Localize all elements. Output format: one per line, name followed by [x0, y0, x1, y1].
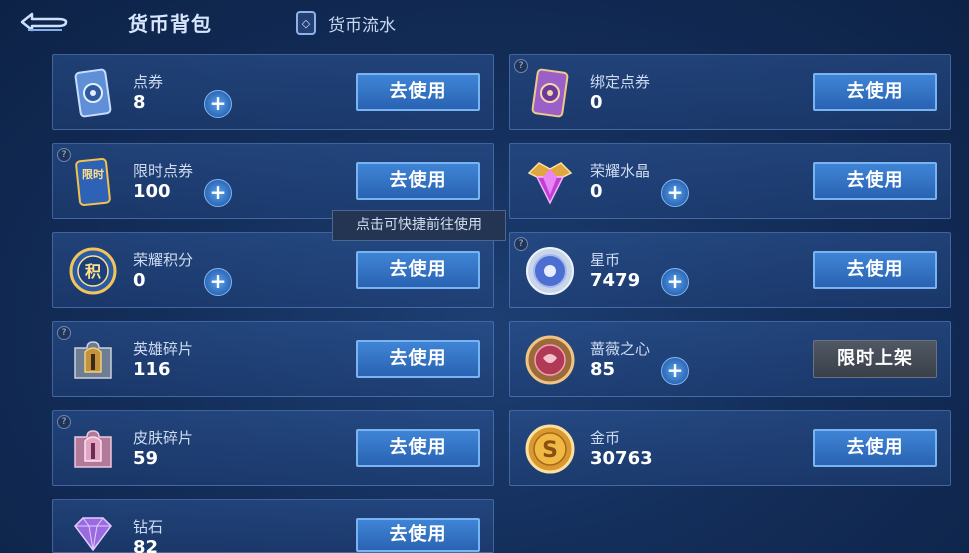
use-coupon-button[interactable]: 去使用	[356, 73, 480, 111]
use-bound-coupon-button[interactable]: 去使用	[813, 73, 937, 111]
use-glory-crystal-button[interactable]: 去使用	[813, 162, 937, 200]
currency-card-glory-crystal: 荣耀水晶 0 + 去使用	[509, 143, 951, 219]
glory-crystal-icon	[522, 154, 578, 210]
diamond-icon	[65, 506, 121, 553]
skin-fragment-icon	[65, 421, 121, 477]
add-rose-heart-button[interactable]: +	[661, 357, 689, 385]
use-limited-coupon-button[interactable]: 去使用	[356, 162, 480, 200]
currency-flow-link[interactable]: ◇ 货币流水	[296, 10, 396, 36]
currency-name: 金币	[590, 429, 621, 447]
star-coin-icon	[522, 243, 578, 299]
currency-name: 点券	[133, 73, 164, 91]
svg-text:积: 积	[85, 262, 101, 281]
bound-coupon-icon	[522, 65, 578, 121]
page-title: 货币背包	[128, 12, 212, 36]
currency-name: 荣耀积分	[133, 251, 194, 269]
currency-card-rose-heart: 蔷薇之心 85 + 限时上架	[509, 321, 951, 397]
currency-name: 英雄碎片	[133, 340, 194, 358]
currency-value: 30763	[590, 448, 653, 469]
currency-value: 7479	[590, 270, 641, 291]
currency-card-gold-coin: S 金币 30763 去使用	[509, 410, 951, 486]
header: 货币背包 ◇ 货币流水	[0, 0, 969, 48]
currency-name: 星币	[590, 251, 621, 269]
use-hero-fragment-button[interactable]: 去使用	[356, 340, 480, 378]
currency-name: 钻石	[133, 518, 164, 536]
currency-value: 8	[133, 92, 146, 113]
currency-name: 绑定点券	[590, 73, 651, 91]
hero-fragment-icon	[65, 332, 121, 388]
currency-flow-icon: ◇	[296, 11, 316, 35]
rose-heart-icon	[522, 332, 578, 388]
use-gold-coin-button[interactable]: 去使用	[813, 429, 937, 467]
add-glory-crystal-button[interactable]: +	[661, 179, 689, 207]
currency-value: 82	[133, 537, 159, 553]
use-star-coin-button[interactable]: 去使用	[813, 251, 937, 289]
shortcut-tooltip: 点击可快捷前往使用	[332, 210, 506, 241]
gold-coin-icon: S	[522, 421, 578, 477]
currency-value: 0	[590, 181, 603, 202]
limited-sale-button[interactable]: 限时上架	[813, 340, 937, 378]
currency-value: 0	[590, 92, 603, 113]
currency-card-limited-coupon: ? 限时 限时点券 100 + 去使用	[52, 143, 494, 219]
currency-card-star-coin: ? 星币 7479 + 去使用	[509, 232, 951, 308]
currency-card-skin-fragment: ? 皮肤碎片 59 去使用	[52, 410, 494, 486]
use-glory-points-button[interactable]: 去使用	[356, 251, 480, 289]
add-coupon-button[interactable]: +	[204, 90, 232, 118]
coupon-icon	[65, 65, 121, 121]
currency-value: 85	[590, 359, 616, 380]
use-diamond-button[interactable]: 去使用	[356, 518, 480, 552]
currency-card-hero-fragment: ? 英雄碎片 116 去使用	[52, 321, 494, 397]
add-limited-coupon-button[interactable]: +	[204, 179, 232, 207]
glory-points-icon: 积	[65, 243, 121, 299]
currency-name: 蔷薇之心	[590, 340, 651, 358]
back-arrow-icon	[20, 12, 68, 32]
currency-value: 0	[133, 270, 146, 291]
currency-name: 限时点券	[133, 162, 194, 180]
currency-card-glory-points: 积 荣耀积分 0 + 去使用	[52, 232, 494, 308]
back-button[interactable]	[18, 8, 72, 36]
svg-text:S: S	[542, 438, 558, 463]
currency-card-bound-coupon: ? 绑定点券 0 去使用	[509, 54, 951, 130]
use-skin-fragment-button[interactable]: 去使用	[356, 429, 480, 467]
svg-text:限时: 限时	[82, 167, 104, 181]
add-star-coin-button[interactable]: +	[661, 268, 689, 296]
currency-name: 皮肤碎片	[133, 429, 194, 447]
currency-flow-label: 货币流水	[328, 15, 396, 36]
currency-card-diamond: 钻石 82 去使用	[52, 499, 494, 553]
currency-value: 100	[133, 181, 171, 202]
currency-card-coupon: 点券 8 + 去使用	[52, 54, 494, 130]
add-glory-points-button[interactable]: +	[204, 268, 232, 296]
currency-value: 59	[133, 448, 159, 469]
limited-coupon-icon: 限时	[65, 154, 121, 210]
currency-name: 荣耀水晶	[590, 162, 651, 180]
currency-value: 116	[133, 359, 171, 380]
